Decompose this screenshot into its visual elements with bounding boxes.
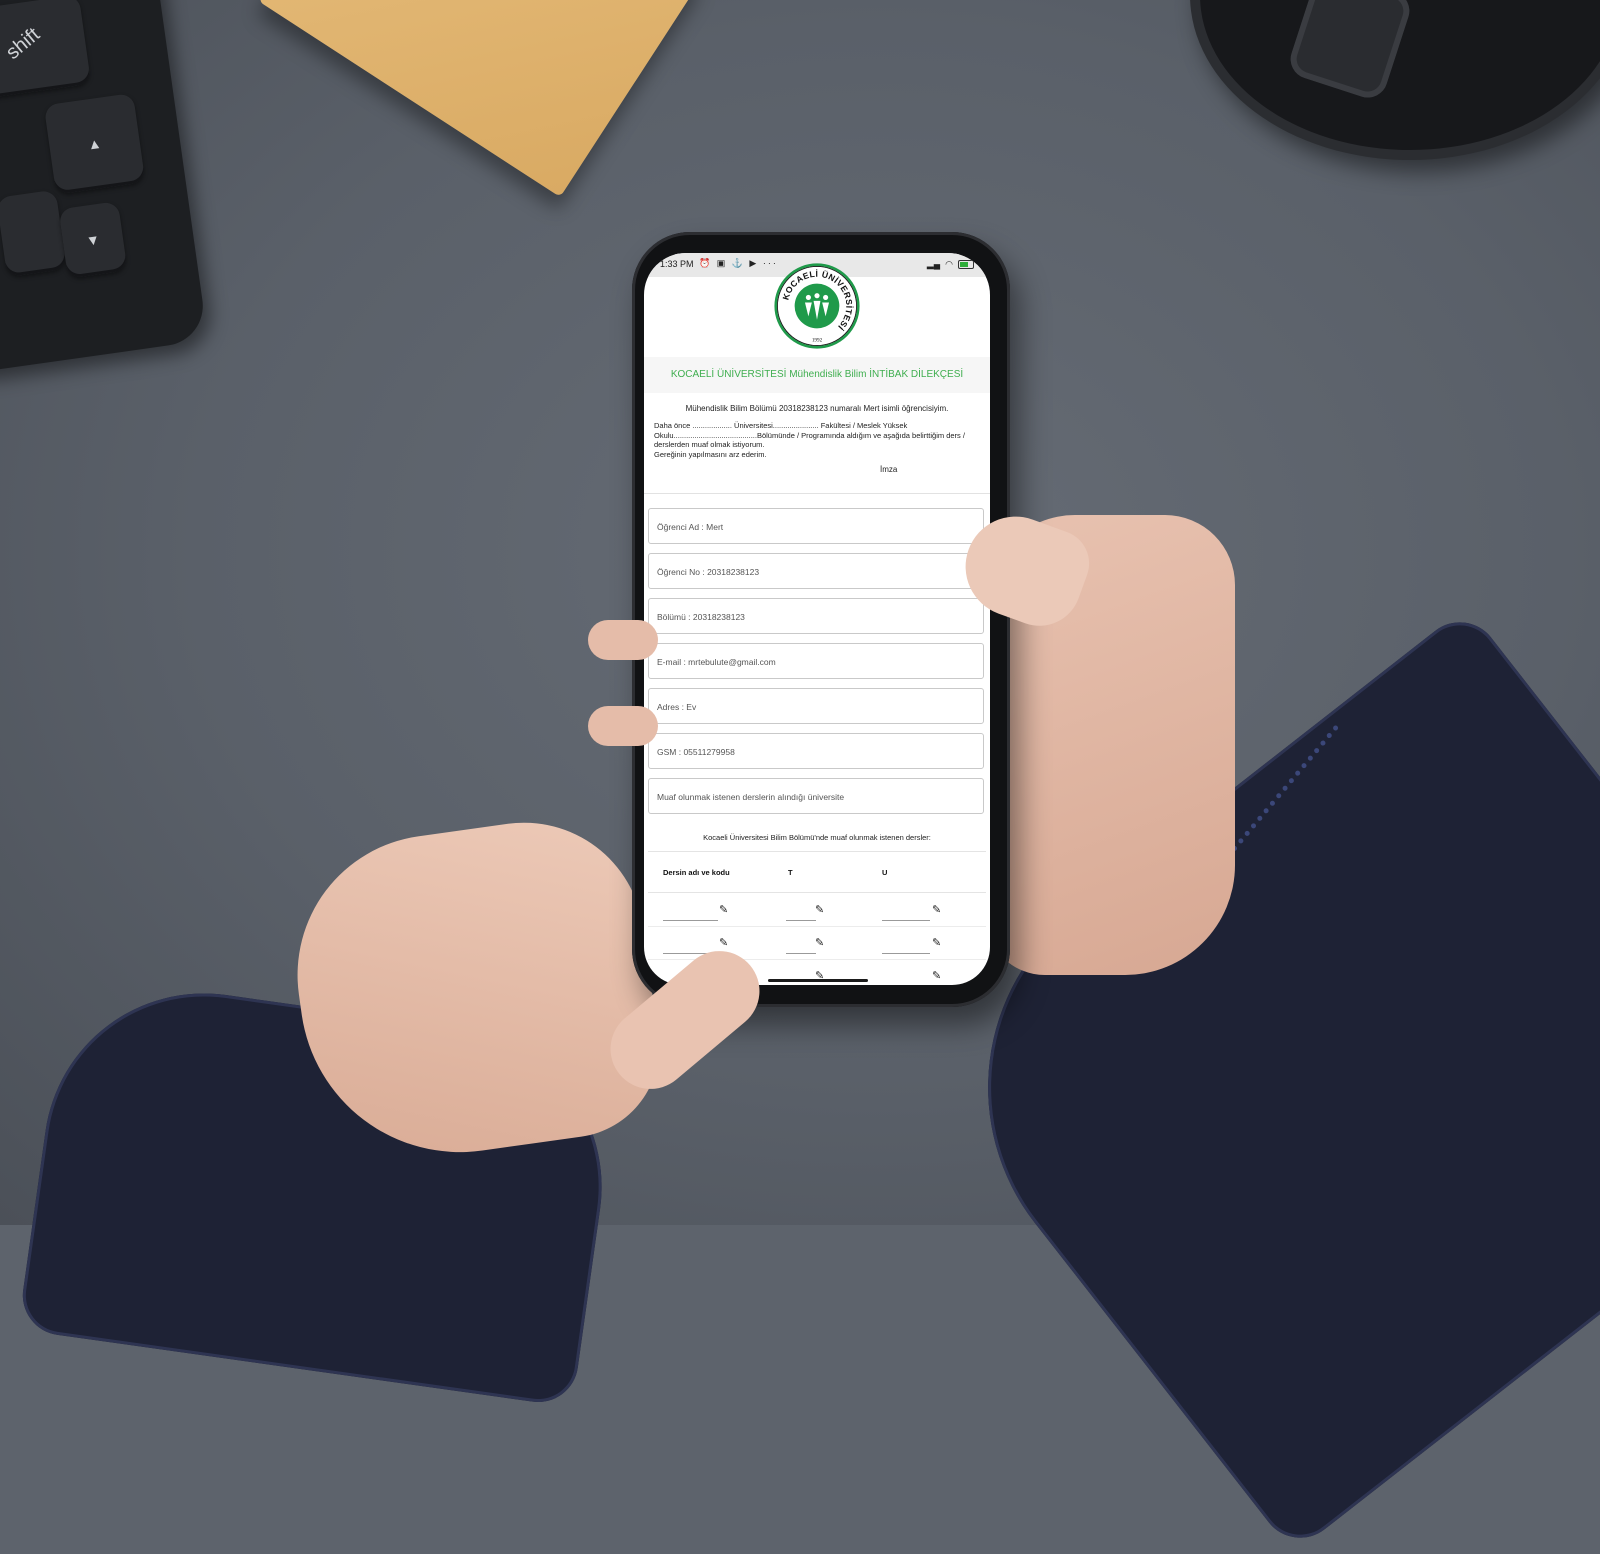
arrow-up-icon: ▲ (86, 134, 103, 153)
home-indicator[interactable] (768, 979, 868, 982)
signal-icon: ▂▄ (926, 259, 941, 269)
keyboard-key: ▼ (58, 201, 128, 279)
table-caption: Kocaeli Üniversitesi Bilim Bölümü'nde mu… (703, 833, 931, 842)
intro-paragraph-text: Daha önce ................... Üniversite… (654, 421, 965, 449)
department-field[interactable]: Bölümü : 20318238123 (648, 598, 984, 634)
phone-screen: 1:33 PM ⏰ ▣ ⚓ ▶ ··· ▂▄ ◠ KOCAELİ ÜNİVERS… (644, 253, 990, 985)
u-input[interactable] (882, 953, 930, 954)
student-name-field[interactable]: Öğrenci Ad : Mert (648, 508, 984, 544)
pencil-icon[interactable]: ✎ (932, 936, 941, 949)
system-icons: ▂▄ ◠ (927, 259, 974, 270)
wifi-icon: ◠ (945, 259, 953, 269)
signature-label: İmza (880, 465, 898, 474)
course-input[interactable] (663, 920, 718, 921)
pencil-icon[interactable]: ✎ (719, 903, 728, 916)
email-field[interactable]: E-mail : mrtebulute@gmail.com (648, 643, 984, 679)
gsm-field[interactable]: GSM : 05511279958 (648, 733, 984, 769)
intro-line: Mühendislik Bilim Bölümü 20318238123 num… (685, 404, 949, 413)
table-row: ✎ ✎ ✎ (648, 893, 986, 927)
t-input[interactable] (786, 920, 816, 921)
pencil-icon[interactable]: ✎ (815, 903, 824, 916)
previous-university-field[interactable]: Muaf olunmak istenen derslerin alındığı … (648, 778, 984, 814)
keyboard-key: ▲ (43, 92, 146, 195)
pencil-icon[interactable]: ✎ (719, 936, 728, 949)
university-logo: KOCAELİ ÜNİVERSİTESİ 1992 (774, 263, 860, 349)
shift-key: shift (0, 0, 92, 99)
arrow-down-icon: ▼ (84, 231, 101, 249)
status-time: 1:33 PM (660, 259, 694, 269)
closing-line: Gereğinin yapılmasını arz ederim. (654, 449, 767, 459)
logo-year: 1992 (812, 337, 823, 343)
column-header-t: T (788, 868, 793, 877)
pencil-icon[interactable]: ✎ (932, 903, 941, 916)
column-header-course: Dersin adı ve kodu (663, 868, 730, 877)
intro-paragraph: Daha önce ................... Üniversite… (654, 421, 982, 459)
table-header: Dersin adı ve kodu T U (648, 851, 986, 893)
divider (644, 493, 990, 494)
column-header-u: U (882, 868, 888, 877)
left-finger (588, 706, 658, 746)
u-input[interactable] (882, 920, 930, 921)
battery-icon (958, 260, 974, 269)
address-field[interactable]: Adres : Ev (648, 688, 984, 724)
table-row: ✎ ✎ ✎ (648, 926, 986, 960)
notification-icons: ⏰ ▣ ⚓ ▶ ··· (699, 258, 778, 268)
pencil-icon[interactable]: ✎ (815, 936, 824, 949)
left-finger (588, 620, 658, 660)
student-number-field[interactable]: Öğrenci No : 20318238123 (648, 553, 984, 589)
form-title: KOCAELİ ÜNİVERSİTESİ Mühendislik Bilim İ… (670, 369, 964, 380)
pencil-icon[interactable]: ✎ (932, 969, 941, 982)
t-input[interactable] (786, 953, 816, 954)
shift-key-label: shift (1, 23, 45, 65)
keyboard-key (0, 189, 67, 278)
